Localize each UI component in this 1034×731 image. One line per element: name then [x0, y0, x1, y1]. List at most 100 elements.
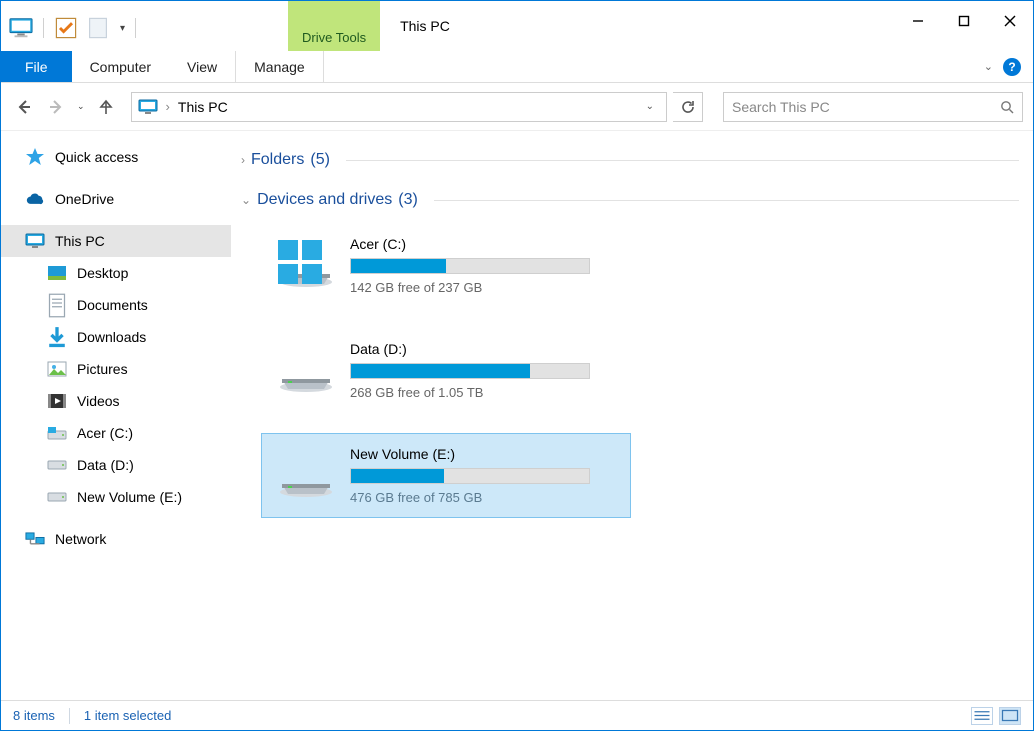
onedrive-icon: [25, 189, 45, 209]
section-rule: [434, 200, 1019, 201]
breadcrumb-separator: ›: [166, 99, 170, 114]
sidebar-item-quick-access[interactable]: Quick access: [1, 141, 231, 173]
view-details-button[interactable]: [971, 707, 993, 725]
close-button[interactable]: [987, 5, 1033, 37]
sidebar-item-label: Acer (C:): [77, 425, 133, 441]
search-icon: [1000, 100, 1014, 114]
chevron-down-icon: ⌄: [241, 193, 251, 207]
section-label: Folders: [251, 151, 304, 169]
sidebar-item-label: Network: [55, 531, 106, 547]
sidebar-item-label: Documents: [77, 297, 148, 313]
sidebar-item-pictures[interactable]: Pictures: [1, 353, 231, 385]
drive-item[interactable]: Acer (C:) 142 GB free of 237 GB: [261, 223, 631, 308]
drive-free-text: 268 GB free of 1.05 TB: [350, 385, 614, 400]
hard-drive-icon: [278, 349, 334, 393]
status-separator: [69, 708, 70, 724]
sidebar-item-label: Pictures: [77, 361, 128, 377]
sidebar-item-desktop[interactable]: Desktop: [1, 257, 231, 289]
drive-usage-bar: [350, 258, 590, 274]
drive-name: Acer (C:): [350, 236, 614, 252]
contextual-tab-drive-tools: Drive Tools: [288, 1, 380, 51]
drive-usage-bar: [350, 363, 590, 379]
sidebar-item-label: Quick access: [55, 149, 138, 165]
this-pc-icon: [25, 231, 45, 251]
network-icon: [25, 529, 45, 549]
drive-tools-label: Drive Tools: [302, 30, 366, 51]
qat-thispc-icon[interactable]: [9, 17, 33, 39]
drive-icon: [47, 487, 67, 507]
section-drives-header[interactable]: ⌄ Devices and drives (3): [241, 185, 1019, 215]
ribbon-expand-icon[interactable]: ⌄: [984, 60, 993, 73]
sidebar-item-label: New Volume (E:): [77, 489, 182, 505]
qat-separator-2: [135, 18, 136, 38]
refresh-button[interactable]: [673, 92, 703, 122]
help-icon[interactable]: ?: [1003, 58, 1021, 76]
drive-name: New Volume (E:): [350, 446, 614, 462]
drive-name: Data (D:): [350, 341, 614, 357]
desktop-icon: [47, 263, 67, 283]
qat-properties-icon[interactable]: [54, 17, 78, 39]
documents-icon: [47, 295, 67, 315]
navigation-sidebar: Quick access OneDrive This PC Desktop: [1, 131, 231, 700]
breadcrumb-current[interactable]: This PC: [178, 99, 228, 115]
tab-view[interactable]: View: [169, 51, 235, 82]
sidebar-item-videos[interactable]: Videos: [1, 385, 231, 417]
qat-separator: [43, 18, 44, 38]
section-label: Devices and drives: [257, 191, 392, 209]
sidebar-item-documents[interactable]: Documents: [1, 289, 231, 321]
downloads-icon: [47, 327, 67, 347]
sidebar-item-drive-d[interactable]: Data (D:): [1, 449, 231, 481]
drive-item[interactable]: Data (D:) 268 GB free of 1.05 TB: [261, 328, 631, 413]
maximize-button[interactable]: [941, 5, 987, 37]
section-count: (3): [398, 191, 418, 209]
sidebar-item-label: Videos: [77, 393, 120, 409]
drive-usage-bar: [350, 468, 590, 484]
sidebar-item-drive-c[interactable]: Acer (C:): [1, 417, 231, 449]
search-box[interactable]: Search This PC: [723, 92, 1023, 122]
search-placeholder: Search This PC: [732, 99, 830, 115]
drive-icon: [47, 423, 67, 443]
qat-customize-dropdown[interactable]: ▾: [120, 23, 125, 34]
sidebar-item-label: This PC: [55, 233, 105, 249]
hard-drive-icon: [278, 244, 334, 288]
content-pane: › Folders (5) ⌄ Devices and drives (3) A…: [231, 131, 1033, 700]
sidebar-item-label: OneDrive: [55, 191, 114, 207]
drive-item[interactable]: New Volume (E:) 476 GB free of 785 GB: [261, 433, 631, 518]
drive-icon: [47, 455, 67, 475]
address-bar-location-icon: [138, 99, 158, 115]
nav-back-button[interactable]: [11, 94, 37, 120]
minimize-button[interactable]: [895, 5, 941, 37]
nav-forward-button[interactable]: [43, 94, 69, 120]
qat-blank-icon[interactable]: [86, 17, 110, 39]
status-item-count: 8 items: [13, 708, 55, 723]
address-bar-dropdown-icon[interactable]: ⌄: [646, 101, 660, 112]
sidebar-item-downloads[interactable]: Downloads: [1, 321, 231, 353]
tab-file[interactable]: File: [1, 51, 72, 82]
sidebar-item-network[interactable]: Network: [1, 523, 231, 555]
sidebar-item-label: Downloads: [77, 329, 146, 345]
nav-up-button[interactable]: [93, 94, 119, 120]
status-selected-count: 1 item selected: [84, 708, 171, 723]
section-count: (5): [310, 151, 330, 169]
drive-free-text: 142 GB free of 237 GB: [350, 280, 614, 295]
section-rule: [346, 160, 1019, 161]
windows-logo-icon: [272, 240, 328, 284]
sidebar-item-label: Desktop: [77, 265, 128, 281]
view-large-icons-button[interactable]: [999, 707, 1021, 725]
address-bar[interactable]: › This PC ⌄: [131, 92, 667, 122]
section-folders-header[interactable]: › Folders (5): [241, 145, 1019, 175]
chevron-right-icon: ›: [241, 153, 245, 167]
pictures-icon: [47, 359, 67, 379]
sidebar-item-onedrive[interactable]: OneDrive: [1, 183, 231, 215]
drive-free-text: 476 GB free of 785 GB: [350, 490, 614, 505]
window-title: This PC: [380, 1, 895, 51]
sidebar-item-this-pc[interactable]: This PC: [1, 225, 231, 257]
tab-manage[interactable]: Manage: [235, 51, 324, 82]
sidebar-item-drive-e[interactable]: New Volume (E:): [1, 481, 231, 513]
quick-access-icon: [25, 147, 45, 167]
sidebar-item-label: Data (D:): [77, 457, 134, 473]
nav-history-dropdown[interactable]: ⌄: [77, 101, 85, 112]
hard-drive-icon: [278, 454, 334, 498]
videos-icon: [47, 391, 67, 411]
tab-computer[interactable]: Computer: [72, 51, 169, 82]
